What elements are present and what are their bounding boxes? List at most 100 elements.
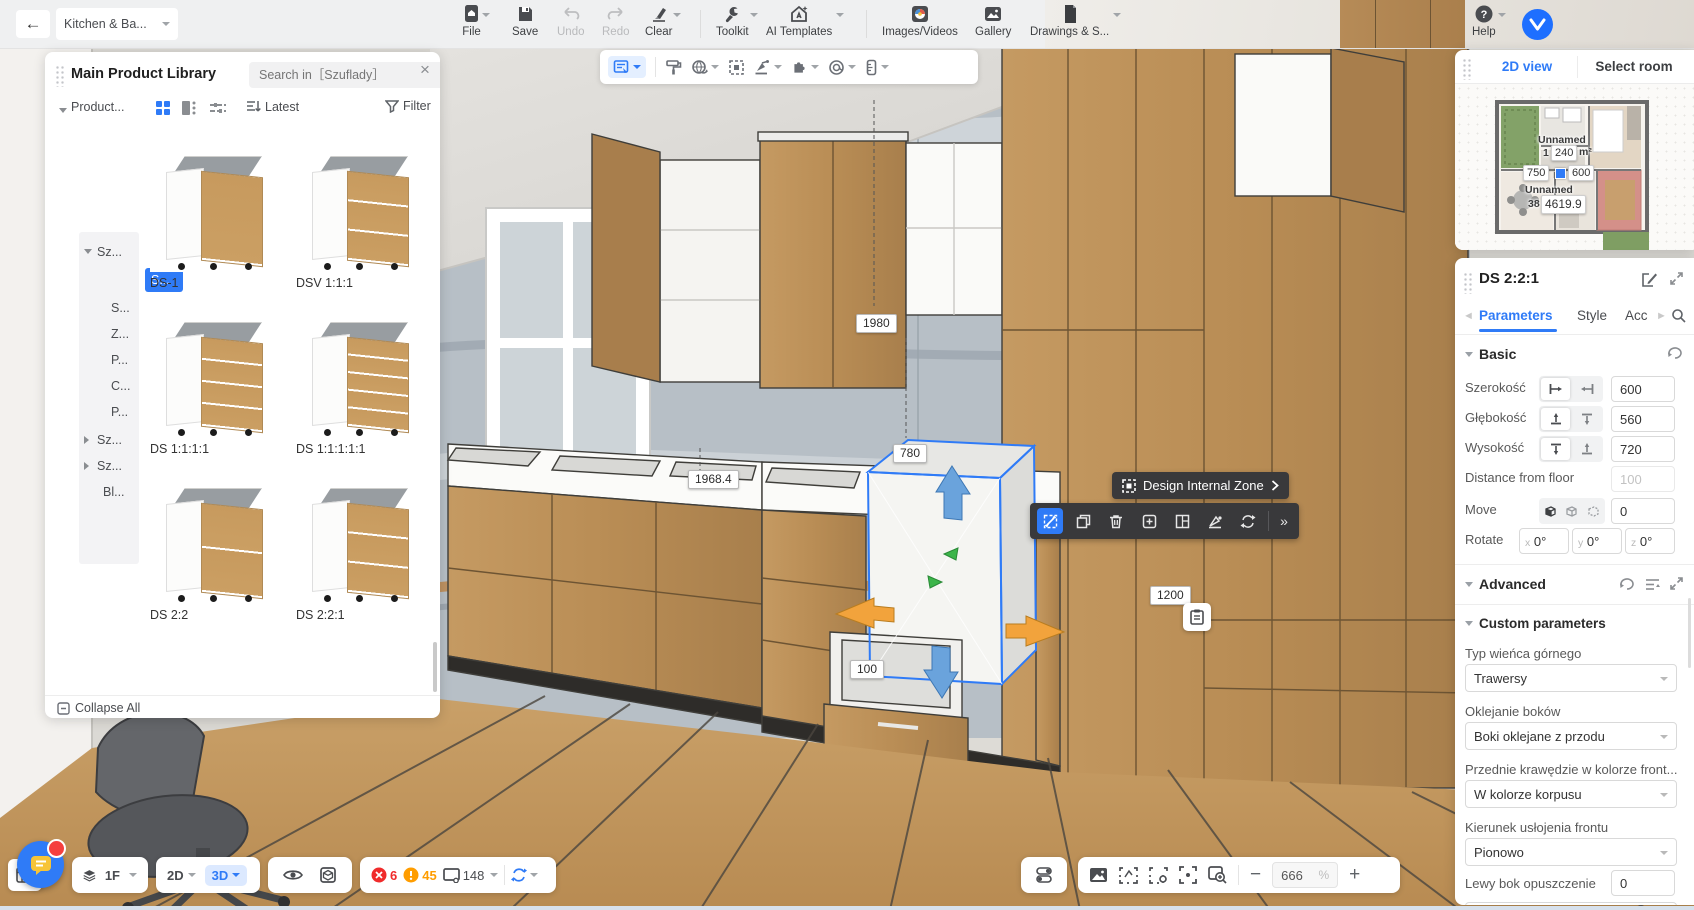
rotate-x-input[interactable]: x 0° — [1519, 528, 1569, 554]
collapse-all-button[interactable]: Collapse All — [57, 701, 140, 715]
select-edge-banding[interactable]: Boki oklejane z przodu — [1465, 722, 1677, 750]
tree-root[interactable]: Product... — [59, 100, 119, 120]
menu-ai-templates[interactable]: AI Templates — [766, 4, 832, 38]
add-item-button[interactable] — [1136, 508, 1162, 534]
scrollbar-thumb[interactable] — [1688, 598, 1691, 668]
sliders-icon[interactable] — [209, 100, 227, 116]
annotation-tool-button[interactable] — [608, 56, 646, 78]
search-icon[interactable] — [1671, 308, 1686, 323]
capture-area-icon[interactable] — [1119, 867, 1138, 884]
material-button[interactable] — [1202, 508, 1228, 534]
move-y-button[interactable] — [1562, 500, 1581, 522]
select-all-button[interactable] — [728, 59, 745, 76]
menu-file[interactable]: File — [462, 4, 481, 38]
height-input[interactable]: 720 — [1611, 436, 1675, 462]
menu-images-videos[interactable]: Images/Videos — [882, 4, 958, 38]
tab-parameters[interactable]: Parameters — [1479, 308, 1553, 323]
floor-distance-input[interactable]: 100 — [1611, 466, 1675, 492]
lighting-tool-button[interactable] — [754, 59, 782, 76]
depth-dir-back-button[interactable] — [1572, 408, 1601, 430]
select-grain-direction[interactable]: Pionowo — [1465, 838, 1677, 866]
tabs-scroll-left-icon[interactable]: ◄ — [1463, 310, 1474, 322]
project-name-dropdown[interactable]: Kitchen & Ba... — [56, 8, 178, 40]
expand-panel-icon[interactable] — [1669, 271, 1684, 286]
floor-selector[interactable]: 1F — [72, 857, 148, 893]
menu-redo[interactable]: Redo — [602, 4, 630, 38]
product-card[interactable]: DS 2:2:1 — [296, 472, 426, 622]
menu-drawings[interactable]: Drawings & S... — [1030, 4, 1109, 38]
capture-settings-icon[interactable] — [1149, 867, 1168, 884]
filter-button[interactable]: Filter — [385, 99, 431, 113]
select-partial[interactable] — [1465, 902, 1677, 905]
edit-icon[interactable] — [1641, 271, 1658, 288]
dim-depth-chip[interactable]: 600 — [1568, 165, 1594, 181]
clipboard-button[interactable] — [1183, 603, 1211, 631]
render-mode-button[interactable] — [691, 59, 719, 76]
duplicate-button[interactable] — [1070, 508, 1096, 534]
select-front-edge-color[interactable]: W kolorze korpusu — [1465, 780, 1677, 808]
sync-button[interactable] — [511, 867, 538, 883]
back-button[interactable]: ← — [16, 10, 50, 38]
rotate-z-input[interactable]: z 0° — [1625, 528, 1675, 554]
selection-marker[interactable] — [1555, 168, 1566, 179]
reset-icon[interactable] — [1667, 346, 1683, 361]
grid-view-icon[interactable] — [155, 100, 171, 116]
section-custom-parameters[interactable]: Custom parameters — [1465, 616, 1606, 631]
move-z-button[interactable] — [1584, 500, 1603, 522]
list-view-icon[interactable] — [181, 100, 197, 116]
zoom-region-icon[interactable] — [1208, 866, 1227, 884]
search-input[interactable] — [249, 62, 440, 88]
mode-2d-button[interactable]: 2D — [167, 868, 196, 883]
product-card[interactable]: DS 2:2 — [150, 472, 280, 622]
tab-select-room[interactable]: Select room — [1579, 59, 1689, 74]
design-internal-zone-button[interactable]: Design Internal Zone — [1112, 472, 1289, 499]
width-dir-left-button[interactable] — [1541, 378, 1570, 400]
paint-roller-button[interactable] — [665, 59, 682, 76]
close-icon[interactable]: × — [420, 60, 430, 80]
depth-dir-front-button[interactable] — [1541, 408, 1570, 430]
section-advanced[interactable]: Advanced — [1465, 576, 1546, 592]
captures-indicator[interactable]: 148 — [443, 868, 485, 883]
menu-toolkit[interactable]: Toolkit — [716, 4, 749, 38]
errors-indicator[interactable]: 6 — [371, 867, 397, 883]
product-card[interactable]: DSV 1:1:1 — [296, 140, 426, 290]
tab-2d-view[interactable]: 2D view — [1479, 59, 1575, 74]
replace-button[interactable] — [1235, 508, 1261, 534]
plugins-button[interactable] — [791, 59, 819, 76]
depth-input[interactable]: 560 — [1611, 406, 1675, 432]
move-x-button[interactable] — [1541, 500, 1560, 522]
height-dir-down-button[interactable] — [1541, 438, 1570, 460]
warnings-indicator[interactable]: 45 — [403, 867, 436, 883]
drag-handle[interactable] — [55, 65, 65, 87]
chat-assistant-button[interactable] — [17, 841, 64, 888]
zoom-in-button[interactable]: + — [1349, 867, 1360, 883]
scrollbar-thumb[interactable] — [433, 642, 437, 692]
tab-style[interactable]: Style — [1577, 308, 1607, 323]
measure-tool-button[interactable] — [865, 59, 889, 76]
cube-view-icon[interactable] — [319, 866, 337, 884]
scale-tool-button[interactable] — [1037, 508, 1063, 534]
move-input[interactable]: 0 — [1611, 498, 1675, 524]
width-dir-right-button[interactable] — [1572, 378, 1601, 400]
left-side-drop-input[interactable]: 0 — [1611, 870, 1675, 896]
tree-item[interactable]: Sz... — [97, 454, 147, 478]
menu-clear[interactable]: Clear — [645, 4, 672, 38]
floorplan-minimap[interactable]: Unnamed 1 240 m² 750 600 Unnamed 38 4619… — [1455, 84, 1694, 250]
zoom-out-button[interactable]: − — [1250, 867, 1261, 883]
rotate-y-input[interactable]: y 0° — [1572, 528, 1622, 554]
tree-item[interactable]: Sz... — [97, 428, 147, 452]
sort-latest-button[interactable]: Latest — [246, 99, 299, 114]
snapshot-icon[interactable] — [1089, 867, 1108, 883]
product-card[interactable]: DS-1 — [150, 140, 280, 290]
product-card[interactable]: DS 1:1:1:1 — [150, 306, 280, 456]
target-snap-button[interactable] — [828, 59, 856, 76]
tree-item[interactable]: Sz... — [97, 240, 147, 264]
dim-width-chip[interactable]: 750 — [1523, 165, 1549, 181]
mode-3d-button[interactable]: 3D — [205, 865, 248, 886]
height-dir-up-button[interactable] — [1572, 438, 1601, 460]
menu-gallery[interactable]: Gallery — [975, 4, 1011, 38]
reset-icon[interactable] — [1619, 577, 1635, 592]
tabs-scroll-right-icon[interactable]: ► — [1656, 310, 1667, 322]
drag-handle[interactable] — [1463, 272, 1473, 294]
internal-layout-button[interactable] — [1169, 508, 1195, 534]
